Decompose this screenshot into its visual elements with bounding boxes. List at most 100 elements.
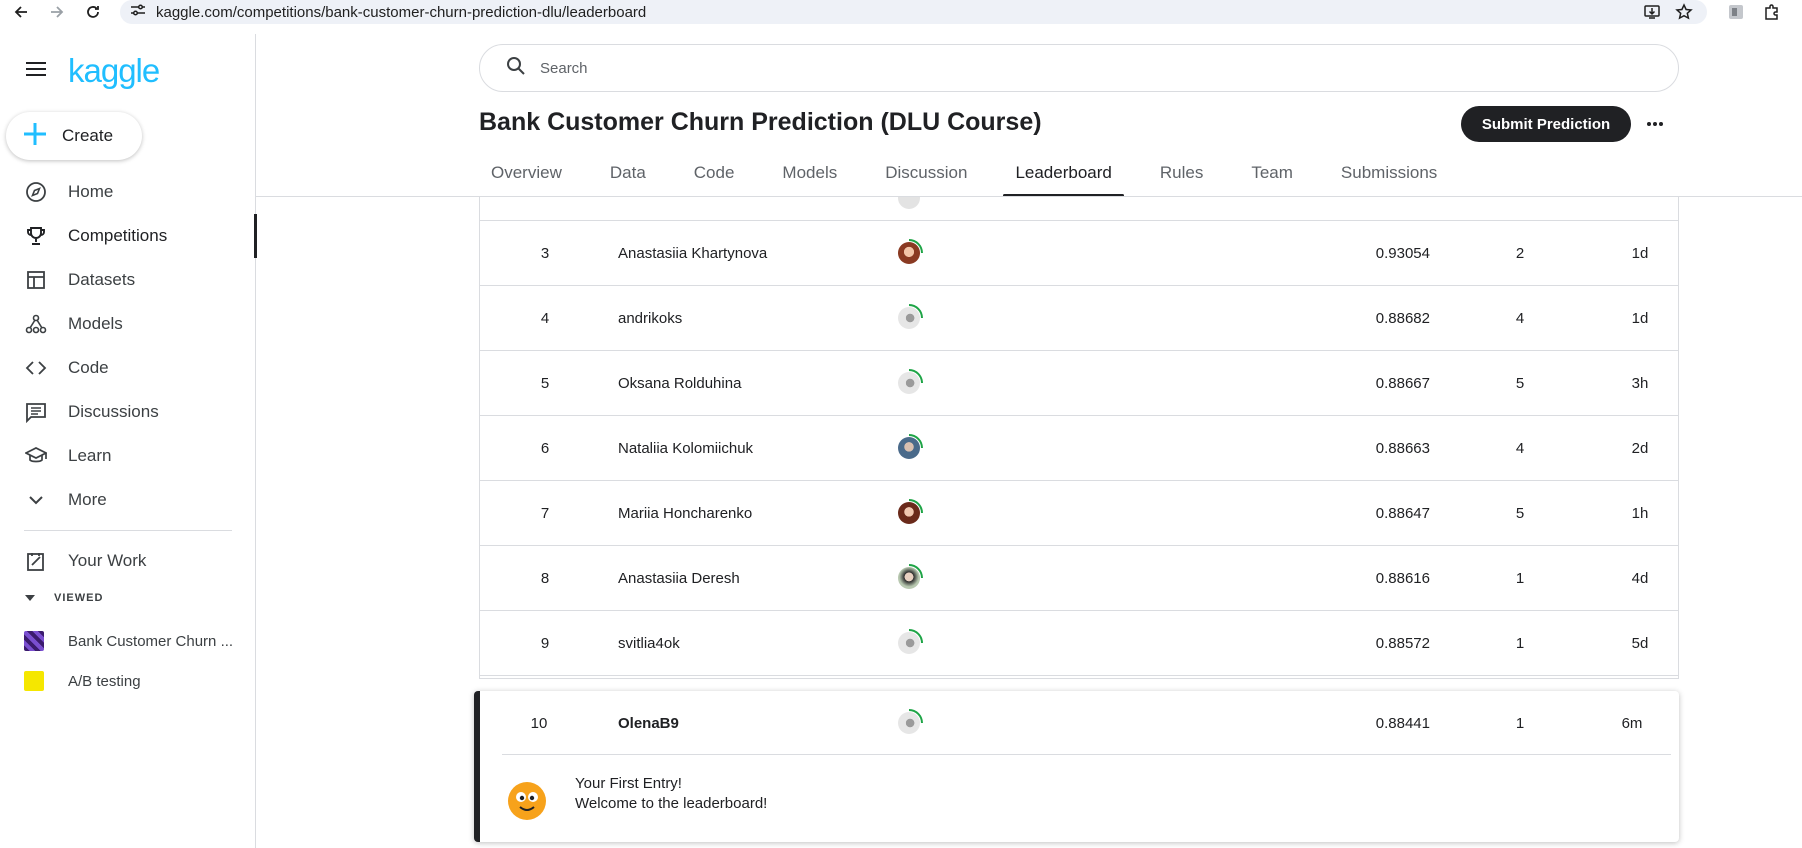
table-row[interactable]: 5 Oksana Rolduhina 0.88667 5 3h bbox=[480, 351, 1678, 416]
team-name[interactable]: svitlia4ok bbox=[618, 611, 680, 675]
competition-thumbnail bbox=[24, 631, 44, 651]
last-submission: 3h bbox=[1631, 374, 1649, 392]
last-submission: 4d bbox=[1631, 569, 1649, 587]
team-avatar[interactable] bbox=[893, 221, 925, 285]
entries: 5 bbox=[1515, 374, 1525, 392]
compass-icon bbox=[24, 180, 48, 204]
address-bar[interactable]: kaggle.com/competitions/bank-customer-ch… bbox=[120, 0, 1707, 24]
bookmark-star-icon[interactable] bbox=[1675, 3, 1693, 26]
dataset-thumbnail bbox=[24, 671, 44, 691]
sidebar-item-label: Learn bbox=[68, 446, 112, 465]
team-name[interactable]: Oksana Rolduhina bbox=[618, 351, 741, 415]
tab-code[interactable]: Code bbox=[682, 160, 747, 197]
sidebar-item-label: Competitions bbox=[68, 226, 168, 245]
team-name[interactable]: OlenaB9 bbox=[618, 691, 679, 755]
tab-models[interactable]: Models bbox=[770, 160, 849, 197]
submit-prediction-button[interactable]: Submit Prediction bbox=[1461, 106, 1631, 142]
sidebar-item-models[interactable]: Models bbox=[0, 302, 256, 346]
viewed-item-label: A/B testing bbox=[68, 672, 141, 690]
extensions-puzzle-icon[interactable] bbox=[1762, 2, 1782, 22]
team-name[interactable]: Nataliia Kolomiichuk bbox=[618, 416, 753, 480]
rank: 3 bbox=[540, 244, 550, 262]
school-icon bbox=[24, 444, 48, 468]
my-entry-card: 10 OlenaB9 0.88441 1 6m Your First Entry… bbox=[474, 691, 1679, 842]
score: 0.88682 bbox=[1375, 309, 1430, 327]
tab-rules[interactable]: Rules bbox=[1148, 160, 1215, 197]
create-button-label: Create bbox=[62, 126, 114, 145]
entry-divider bbox=[502, 754, 1671, 755]
team-avatar[interactable] bbox=[893, 611, 925, 675]
sidebar-item-your-work[interactable]: Your Work bbox=[0, 539, 256, 583]
sidebar-item-datasets[interactable]: Datasets bbox=[0, 258, 256, 302]
entries: 1 bbox=[1515, 634, 1525, 652]
sidebar-item-learn[interactable]: Learn bbox=[0, 434, 256, 478]
entries: 1 bbox=[1515, 569, 1525, 587]
your-work-row[interactable]: Your Work bbox=[0, 539, 256, 583]
sidebar-item-label: Code bbox=[68, 358, 109, 377]
competition-tabs: Overview Data Code Models Discussion Lea… bbox=[479, 160, 1473, 197]
sidebar-item-home[interactable]: Home bbox=[0, 170, 256, 214]
viewed-item-bank-churn[interactable]: Bank Customer Churn ... bbox=[24, 631, 233, 651]
score: 0.88647 bbox=[1375, 504, 1430, 522]
sidebar-item-label: Models bbox=[68, 314, 123, 333]
last-submission: 6m bbox=[1621, 714, 1643, 732]
table-row[interactable]: 3 Anastasiia Khartynova 0.93054 2 1d bbox=[480, 221, 1678, 286]
team-name[interactable]: Anastasiia Khartynova bbox=[618, 221, 767, 285]
rank: 8 bbox=[540, 569, 550, 587]
viewed-item-ab-testing[interactable]: A/B testing bbox=[24, 671, 141, 691]
team-avatar[interactable] bbox=[893, 351, 925, 415]
profile-extension-icon[interactable] bbox=[1726, 2, 1746, 22]
search-icon bbox=[506, 56, 526, 81]
create-button[interactable]: Create bbox=[6, 112, 142, 160]
tab-data[interactable]: Data bbox=[598, 160, 658, 197]
kaggle-logo[interactable]: kaggle bbox=[68, 52, 160, 90]
reload-icon[interactable] bbox=[82, 1, 104, 23]
sidebar-item-label: Datasets bbox=[68, 270, 136, 289]
sidebar-item-more[interactable]: More bbox=[0, 478, 256, 522]
sidebar: kaggle Create Home Competitions Datasets bbox=[0, 34, 257, 848]
forward-icon[interactable] bbox=[46, 1, 68, 23]
back-icon[interactable] bbox=[10, 1, 32, 23]
search-input[interactable]: Search bbox=[540, 60, 588, 77]
url-text: kaggle.com/competitions/bank-customer-ch… bbox=[156, 3, 647, 21]
viewed-section-header[interactable]: VIEWED bbox=[24, 589, 103, 607]
last-submission: 1d bbox=[1631, 244, 1649, 262]
page-title: Bank Customer Churn Prediction (DLU Cour… bbox=[479, 108, 1042, 136]
hamburger-menu-icon[interactable] bbox=[26, 61, 46, 82]
entries: 1 bbox=[1515, 714, 1525, 732]
team-avatar[interactable] bbox=[893, 481, 925, 545]
team-avatar[interactable] bbox=[893, 286, 925, 350]
sidebar-item-competitions[interactable]: Competitions bbox=[0, 214, 257, 258]
sidebar-item-discussions[interactable]: Discussions bbox=[0, 390, 256, 434]
score: 0.88441 bbox=[1375, 714, 1430, 732]
my-entry-row[interactable]: 10 OlenaB9 0.88441 1 6m bbox=[480, 691, 1678, 755]
table-row[interactable]: 8 Anastasiia Deresh 0.88616 1 4d bbox=[480, 546, 1678, 611]
table-row[interactable]: 4 andrikoks 0.88682 4 1d bbox=[480, 286, 1678, 351]
table-row-partial bbox=[480, 197, 1678, 221]
team-avatar[interactable] bbox=[893, 416, 925, 480]
sidebar-item-label: Your Work bbox=[68, 551, 147, 570]
last-submission: 1d bbox=[1631, 309, 1649, 327]
site-settings-icon[interactable] bbox=[130, 3, 146, 22]
team-avatar bbox=[893, 197, 925, 220]
team-name[interactable]: Mariia Honcharenko bbox=[618, 481, 752, 545]
table-row[interactable]: 9 svitlia4ok 0.88572 1 5d bbox=[480, 611, 1678, 676]
table-row[interactable]: 6 Nataliia Kolomiichuk 0.88663 4 2d bbox=[480, 416, 1678, 481]
team-name[interactable]: andrikoks bbox=[618, 286, 682, 350]
tab-team[interactable]: Team bbox=[1239, 160, 1305, 197]
search-bar[interactable]: Search bbox=[479, 44, 1679, 92]
tab-overview[interactable]: Overview bbox=[479, 160, 574, 197]
tab-leaderboard[interactable]: Leaderboard bbox=[1003, 160, 1125, 197]
team-avatar[interactable] bbox=[893, 691, 925, 755]
tab-submissions[interactable]: Submissions bbox=[1329, 160, 1449, 197]
sidebar-header: kaggle bbox=[26, 52, 160, 90]
tab-discussion[interactable]: Discussion bbox=[873, 160, 979, 197]
smiley-icon bbox=[507, 781, 547, 821]
install-app-icon[interactable] bbox=[1643, 3, 1661, 26]
team-avatar[interactable] bbox=[893, 546, 925, 610]
sidebar-item-code[interactable]: Code bbox=[0, 346, 256, 390]
team-name[interactable]: Anastasiia Deresh bbox=[618, 546, 740, 610]
rank: 10 bbox=[530, 714, 548, 732]
more-options-icon[interactable] bbox=[1643, 110, 1667, 138]
table-row[interactable]: 7 Mariia Honcharenko 0.88647 5 1h bbox=[480, 481, 1678, 546]
